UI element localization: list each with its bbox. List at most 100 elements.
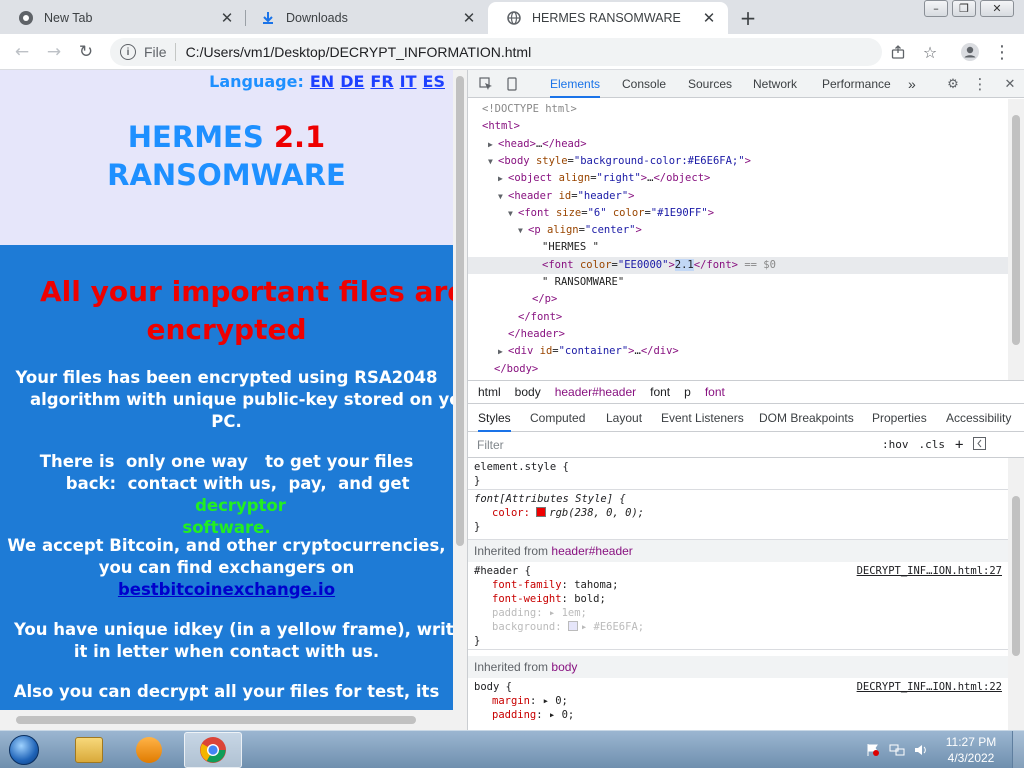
dom-node[interactable]: ▶ <div id="container">…</div> — [468, 343, 1008, 360]
tab-elements[interactable]: Elements — [550, 70, 601, 98]
dom-node[interactable]: <html> — [468, 118, 1008, 135]
profile-avatar-icon[interactable] — [958, 40, 982, 64]
dom-tree-scrollbar[interactable] — [1008, 99, 1024, 380]
more-tabs-icon[interactable]: » — [908, 70, 916, 98]
share-icon[interactable] — [886, 40, 910, 64]
rule-font-attributes[interactable]: font[Attributes Style] { color: rgb(238,… — [468, 490, 1008, 540]
close-window-button[interactable]: ✕ — [980, 0, 1014, 17]
menu-kebab-icon[interactable]: ⋮ — [990, 40, 1014, 64]
minimize-button[interactable]: – — [924, 0, 948, 17]
dom-node-selected[interactable]: <font color="EE0000">2.1</font> == $0 — [468, 256, 1008, 274]
taskbar-explorer[interactable] — [60, 732, 118, 768]
dom-node[interactable]: </header> — [468, 326, 1008, 343]
filter-input[interactable]: Filter — [477, 438, 872, 452]
dom-tree[interactable]: <!DOCTYPE html> <html> ▶ <head>…</head> ▼ <bo… — [468, 99, 1008, 380]
tab-layout[interactable]: Layout — [606, 404, 642, 432]
css-property[interactable]: padding — [492, 607, 536, 619]
new-tab-button[interactable]: + — [736, 6, 760, 30]
devtools-menu-icon[interactable]: ⋮ — [971, 75, 989, 93]
dom-node[interactable]: " RANSOMWARE" — [468, 274, 1008, 291]
reload-icon[interactable]: ↻ — [74, 40, 98, 64]
hover-state-button[interactable]: :hov — [882, 438, 909, 451]
dom-node[interactable]: ▼ <header id="header"> — [468, 188, 1008, 205]
color-swatch[interactable] — [536, 507, 547, 517]
volume-icon[interactable] — [912, 742, 930, 758]
address-bar[interactable]: i File C:/Users/vm1/Desktop/DECRYPT_INFO… — [110, 38, 882, 66]
show-desktop-button[interactable] — [1012, 731, 1024, 768]
close-icon[interactable]: ✕ — [700, 9, 718, 27]
scrollbar-thumb[interactable] — [1012, 115, 1020, 345]
inherited-source[interactable]: header#header — [551, 544, 632, 558]
styles-pane[interactable]: element.style { } font[Attributes Style]… — [468, 458, 1008, 730]
gear-icon[interactable]: ⚙ — [944, 75, 962, 93]
rule-header[interactable]: #header {DECRYPT_INF…ION.html:27 font-fa… — [468, 562, 1008, 650]
action-center-flag-icon[interactable] — [864, 742, 882, 758]
breadcrumb-item-selected[interactable]: font — [705, 385, 725, 399]
css-property[interactable]: font-weight — [492, 593, 562, 605]
dom-node[interactable]: </body> — [468, 361, 1008, 378]
lang-link-de[interactable]: DE — [340, 72, 364, 91]
css-value[interactable]: tahoma; — [574, 579, 618, 591]
restore-button[interactable]: ❐ — [952, 0, 976, 17]
bookmark-star-icon[interactable]: ☆ — [918, 40, 942, 64]
css-property[interactable]: color: — [492, 507, 530, 519]
info-icon[interactable]: i — [120, 44, 136, 60]
page-vertical-scrollbar[interactable] — [453, 70, 467, 730]
styles-scrollbar[interactable] — [1008, 458, 1024, 730]
rule-body[interactable]: body {DECRYPT_INF…ION.html:22 margin: ▸ … — [468, 678, 1008, 730]
css-property[interactable]: margin — [492, 695, 530, 707]
breadcrumb-item[interactable]: html — [478, 385, 501, 399]
exchange-link[interactable]: bestbitcoinexchange.io — [0, 579, 453, 601]
dom-node[interactable]: ▶ <head>…</head> — [468, 136, 1008, 153]
page-horizontal-scrollbar[interactable] — [0, 710, 453, 730]
dom-node[interactable]: </p> — [468, 291, 1008, 308]
inspect-element-icon[interactable] — [477, 75, 495, 93]
new-rule-button[interactable]: + — [955, 437, 963, 453]
back-arrow-icon[interactable]: ← — [10, 40, 34, 64]
taskbar-chrome[interactable] — [184, 732, 242, 768]
close-icon[interactable]: ✕ — [460, 9, 478, 27]
sidebar-toggle-icon[interactable] — [973, 436, 987, 453]
dom-node[interactable]: </font> — [468, 309, 1008, 326]
breadcrumb-item[interactable]: body — [515, 385, 541, 399]
scrollbar-thumb[interactable] — [16, 716, 416, 724]
lang-link-en[interactable]: EN — [310, 72, 334, 91]
dom-node[interactable]: ▼ <body style="background-color:#E6E6FA;"… — [468, 153, 1008, 170]
tab-accessibility[interactable]: Accessibility — [946, 404, 1011, 432]
lang-link-it[interactable]: IT — [400, 72, 417, 91]
dom-node[interactable]: ▼ <p align="center"> — [468, 222, 1008, 239]
scrollbar-thumb[interactable] — [456, 76, 464, 546]
class-toggle-button[interactable]: .cls — [919, 438, 946, 451]
taskbar-media-player[interactable] — [120, 732, 178, 768]
tab-console[interactable]: Console — [622, 70, 666, 98]
css-value[interactable]: ▸ #E6E6FA; — [581, 621, 644, 633]
forward-arrow-icon[interactable]: → — [42, 40, 66, 64]
breadcrumb-item[interactable]: font — [650, 385, 670, 399]
inherited-source[interactable]: body — [551, 660, 577, 674]
scrollbar-thumb[interactable] — [1012, 496, 1020, 656]
tab-properties[interactable]: Properties — [872, 404, 927, 432]
breadcrumb-item[interactable]: header#header — [555, 385, 636, 399]
css-value[interactable]: rgb(238, 0, 0); — [549, 507, 644, 519]
css-value[interactable]: ▸ 0; — [543, 695, 568, 707]
css-property[interactable]: padding — [492, 709, 536, 721]
dom-node[interactable]: "HERMES " — [468, 239, 1008, 256]
tab-network[interactable]: Network — [753, 70, 797, 98]
dom-node[interactable]: ▶ <object align="right">…</object> — [468, 170, 1008, 187]
taskbar-clock[interactable]: 11:27 PM 4/3/2022 — [936, 734, 1006, 766]
network-icon[interactable] — [888, 742, 906, 758]
tab-sources[interactable]: Sources — [688, 70, 732, 98]
close-icon[interactable]: ✕ — [1001, 75, 1019, 93]
tab-downloads[interactable]: Downloads ✕ — [242, 2, 488, 34]
css-value[interactable]: ▸ 0; — [549, 709, 574, 721]
dom-node[interactable]: ▼ <font size="6" color="#1E90FF"> — [468, 205, 1008, 222]
rule-source-link[interactable]: DECRYPT_INF…ION.html:22 — [857, 680, 1002, 694]
url-text[interactable]: C:/Users/vm1/Desktop/DECRYPT_INFORMATION… — [186, 44, 532, 60]
tab-new-tab[interactable]: New Tab ✕ — [0, 2, 246, 34]
css-property[interactable]: background — [492, 621, 555, 633]
css-value[interactable]: ▸ 1em; — [549, 607, 587, 619]
css-property[interactable]: font-family — [492, 579, 562, 591]
tab-performance[interactable]: Performance — [822, 70, 891, 98]
dom-node[interactable]: <!DOCTYPE html> — [468, 101, 1008, 118]
rule-source-link[interactable]: DECRYPT_INF…ION.html:27 — [857, 564, 1002, 578]
